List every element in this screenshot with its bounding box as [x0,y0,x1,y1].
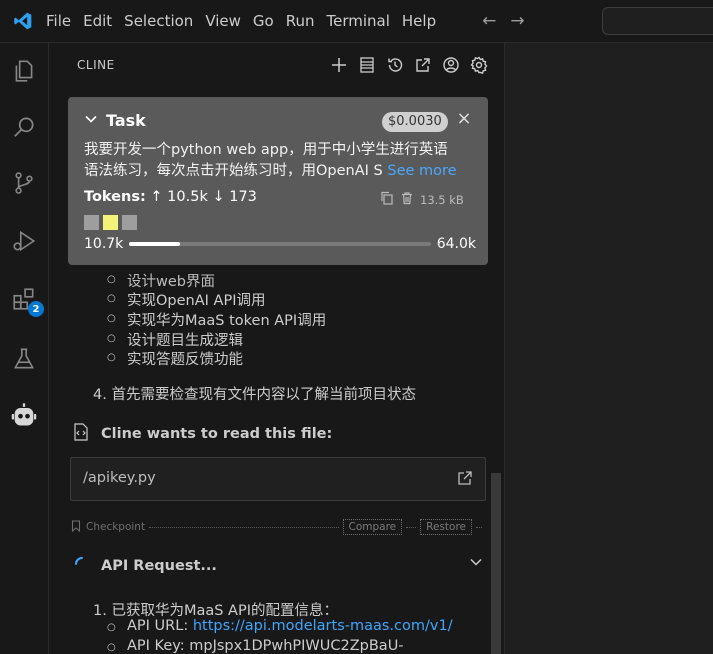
title-bar: File Edit Selection View Go Run Terminal… [0,0,713,43]
task-description: 我要开发一个python web app，用于中小学生进行英语 语法练习，每次点… [84,140,476,182]
account-icon[interactable] [440,54,462,76]
menu-selection[interactable]: Selection [118,0,199,42]
file-path: /apikey.py [83,470,156,486]
open-external-icon[interactable] [457,470,473,490]
list-item: 实现华为MaaS token API调用 [107,309,326,330]
list-item: 设计web界面 [107,270,215,291]
api-url-label: API URL: [127,618,193,634]
new-task-plus-icon[interactable] [328,54,350,76]
testing-flask-icon[interactable] [8,343,40,375]
forward-arrow-icon[interactable]: → [510,11,524,31]
explorer-icon[interactable] [8,55,40,87]
run-debug-icon[interactable] [8,225,40,257]
source-control-icon[interactable] [8,167,40,199]
activity-bar: 2 [0,43,49,654]
swatch-highlight [103,215,118,230]
bookmark-icon [71,519,81,535]
task-text-line1: 我要开发一个python web app，用于中小学生进行英语 [84,142,448,158]
list-item: 实现OpenAI API调用 [107,289,266,310]
copy-icon[interactable] [380,191,394,208]
api-request-title: API Request... [101,558,217,574]
back-arrow-icon[interactable]: ← [482,11,496,31]
close-task-icon[interactable]: × [454,109,474,129]
list-item: 实现答题反馈功能 [107,348,243,369]
read-file-header: Cline wants to read this file: [73,423,332,445]
list-item: API Key: mpJspx1DPwhPIWUC2ZpBaU- [107,638,404,654]
menu-help[interactable]: Help [396,0,442,42]
list-item: 4. 首先需要检查现有文件内容以了解当前项目状态 [93,387,416,403]
checkpoint-row: Checkpoint Compare Restore [71,519,486,535]
arrow-down-icon: ↓ [212,189,225,205]
read-file-title: Cline wants to read this file: [101,426,333,442]
menu-file[interactable]: File [46,0,77,42]
mcp-servers-icon[interactable] [356,54,378,76]
extensions-badge: 2 [28,301,44,317]
swatch [84,215,99,230]
command-center-search[interactable] [602,7,713,35]
tokens-up: 10.5k [167,189,208,205]
menu-terminal[interactable]: Terminal [321,0,396,42]
task-text-line2: 语法练习，每次点击开始练习时，用OpenAI S [84,163,383,179]
search-icon[interactable] [8,111,40,143]
checkpoint-label: Checkpoint [86,521,146,533]
task-card: Task $0.0030 × 我要开发一个python web app，用于中小… [68,97,488,265]
chevron-down-icon[interactable] [84,111,98,130]
sidebar-header: CLINE [49,43,504,87]
list-item: 设计题目生成逻辑 [107,329,243,350]
tokens-down: 173 [229,189,257,205]
context-window: 10.7k 64.0k [84,236,476,252]
context-progress-fill [129,242,180,246]
api-url-link[interactable]: https://api.modelarts-maas.com/v1/ [193,618,453,634]
arrow-up-icon: ↑ [150,189,163,205]
api-request-header[interactable]: API Request... [73,555,483,577]
settings-gear-icon[interactable] [468,54,490,76]
task-label: Task [106,111,146,130]
menu-view[interactable]: View [199,0,247,42]
loading-spinner-icon [73,555,91,577]
delete-trash-icon[interactable] [400,191,414,208]
sidebar-title: CLINE [77,58,115,72]
chevron-down-icon[interactable] [469,555,483,573]
list-item: API URL: https://api.modelarts-maas.com/… [107,618,453,637]
swatch [122,215,137,230]
context-used: 10.7k [84,236,124,252]
cost-badge: $0.0030 [382,112,448,132]
menu-run[interactable]: Run [280,0,321,42]
compare-button[interactable]: Compare [342,519,403,535]
context-progress-bar [129,242,431,246]
tokens-label: Tokens: [84,189,146,205]
scrollbar-thumb[interactable] [491,473,501,654]
tokens-info: Tokens: ↑ 10.5k ↓ 173 [84,189,257,205]
file-code-icon [73,423,89,445]
vscode-logo-icon [0,0,46,42]
restore-button[interactable]: Restore [420,519,472,535]
task-header[interactable]: Task [84,111,146,130]
context-swatches [84,215,137,230]
context-max: 64.0k [436,236,476,252]
cline-sidebar: CLINE Task $0.0030 × 我要开发一个python web ap… [49,43,505,654]
list-item: 1. 已获取华为MaaS API的配置信息： [93,603,338,619]
see-more-link[interactable]: See more [387,163,456,179]
menu-edit[interactable]: Edit [77,0,118,42]
menu-go[interactable]: Go [247,0,280,42]
cline-robot-icon[interactable] [8,399,40,431]
history-icon[interactable] [384,54,406,76]
popout-icon[interactable] [412,54,434,76]
file-path-box[interactable]: /apikey.py [70,457,486,501]
extensions-icon[interactable]: 2 [8,283,44,317]
task-size: 13.5 kB [420,192,464,207]
